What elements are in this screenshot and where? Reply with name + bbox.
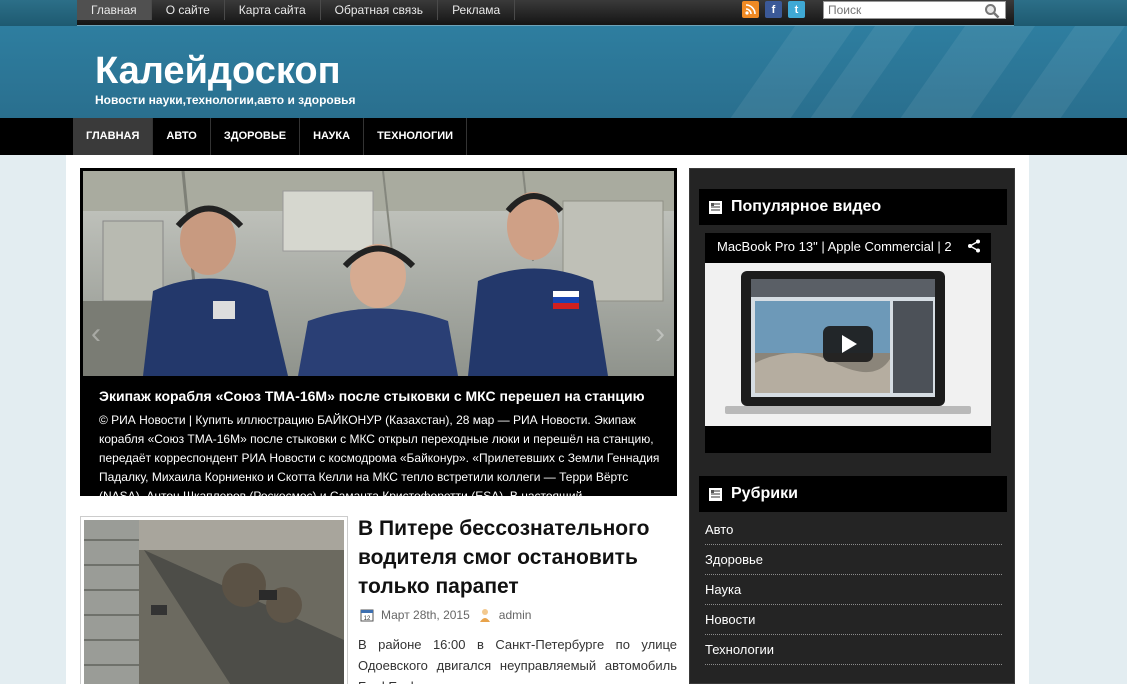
rss-icon[interactable]: [742, 1, 759, 18]
twitter-icon[interactable]: t: [788, 1, 805, 18]
post-author[interactable]: admin: [499, 608, 532, 622]
top-nav-sitemap[interactable]: Карта сайта: [225, 0, 321, 20]
top-nav-container: Главная О сайте Карта сайта Обратная свя…: [77, 0, 1014, 26]
featured-slider: ‹ › Экипаж корабля «Союз ТМА-16М» после …: [80, 168, 677, 496]
top-nav-home[interactable]: Главная: [77, 0, 152, 20]
post-excerpt: В районе 16:00 в Санкт-Петербурге по ули…: [358, 637, 677, 684]
category-health[interactable]: Здоровье: [705, 545, 1002, 575]
category-news[interactable]: Новости: [705, 605, 1002, 635]
post-title[interactable]: В Питере бессознательного водителя смог …: [358, 514, 678, 601]
post-date: Март 28th, 2015: [381, 608, 470, 622]
author-icon: [479, 609, 490, 622]
search-icon[interactable]: [984, 3, 1000, 19]
document-icon: [709, 200, 722, 214]
slide-title[interactable]: Экипаж корабля «Союз ТМА-16М» после стык…: [99, 388, 645, 404]
top-nav-advertising[interactable]: Реклама: [438, 0, 516, 20]
top-bar: Главная О сайте Карта сайта Обратная свя…: [0, 0, 1127, 26]
video-title[interactable]: MacBook Pro 13" | Apple Commercial | 2: [717, 239, 962, 254]
main-nav-auto[interactable]: АВТО: [153, 118, 211, 155]
top-nav-feedback[interactable]: Обратная связь: [321, 0, 439, 20]
categories-widget-title: Рубрики: [699, 476, 1007, 512]
search-box: [823, 1, 1006, 19]
post-thumbnail[interactable]: [80, 516, 348, 684]
top-nav-about[interactable]: О сайте: [152, 0, 225, 20]
site-description: Новости науки,технологии,авто и здоровья: [95, 93, 356, 107]
category-science[interactable]: Наука: [705, 575, 1002, 605]
video-player[interactable]: MacBook Pro 13" | Apple Commercial | 2: [705, 233, 991, 453]
slider-next-arrow[interactable]: ›: [650, 316, 670, 352]
video-widget-title-text: Популярное видео: [731, 198, 882, 215]
video-thumbnail[interactable]: [705, 263, 991, 426]
site-header: Калейдоскоп Новости науки,технологии,авт…: [0, 26, 1127, 118]
category-auto[interactable]: Авто: [705, 515, 1002, 545]
slider-prev-arrow[interactable]: ‹: [86, 316, 106, 352]
categories-widget-title-text: Рубрики: [731, 485, 798, 502]
video-widget-title: Популярное видео: [699, 189, 1007, 225]
calendar-icon: 12: [360, 609, 374, 622]
main-nav-science[interactable]: НАУКА: [300, 118, 365, 155]
main-nav: ГЛАВНАЯ АВТО ЗДОРОВЬЕ НАУКА ТЕХНОЛОГИИ: [0, 118, 1127, 155]
main-nav-home[interactable]: ГЛАВНАЯ: [73, 118, 154, 155]
facebook-icon[interactable]: f: [765, 1, 782, 18]
sidebar: Популярное видео MacBook Pro 13" | Apple…: [689, 168, 1015, 684]
svg-text:12: 12: [364, 616, 371, 622]
search-input[interactable]: [824, 2, 974, 18]
post-meta: 12 Март 28th, 2015 admin: [360, 608, 531, 622]
main-nav-technology[interactable]: ТЕХНОЛОГИИ: [364, 118, 468, 155]
category-technology[interactable]: Технологии: [705, 635, 1002, 665]
top-nav: Главная О сайте Карта сайта Обратная свя…: [77, 0, 516, 25]
document-icon: [709, 487, 722, 501]
main-nav-health[interactable]: ЗДОРОВЬЕ: [211, 118, 301, 155]
slide-image-astronauts[interactable]: [83, 171, 674, 376]
site-title[interactable]: Калейдоскоп: [95, 50, 341, 93]
share-icon[interactable]: [967, 239, 981, 253]
slide-text: © РИА Новости | Купить иллюстрацию БАЙКО…: [99, 413, 660, 496]
category-list: Авто Здоровье Наука Новости Технологии: [705, 515, 1002, 665]
social-links: f t: [742, 1, 805, 18]
